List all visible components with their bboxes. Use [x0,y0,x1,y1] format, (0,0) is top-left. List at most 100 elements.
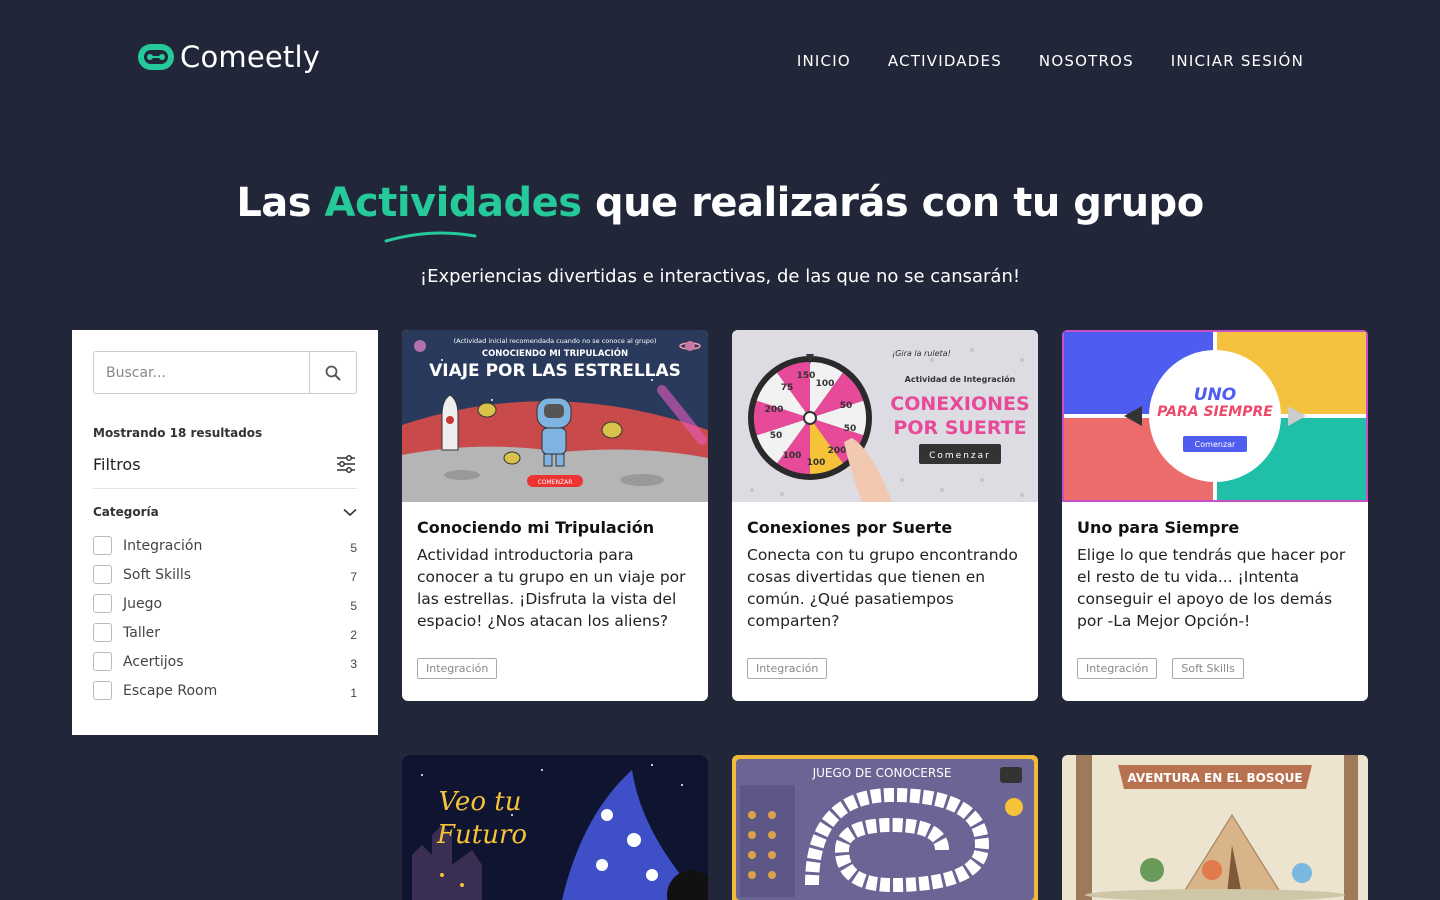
category-item-acertijos: Acertijos 3 [93,647,357,676]
title-accent: Actividades [324,180,582,243]
category-toggle[interactable]: Categoría [93,505,357,519]
title-before: Las [236,180,325,226]
card-body: Conexiones por Suerte Conecta con tu gru… [732,502,1038,636]
img-title-text: JUEGO DE CONOCERSE [812,766,952,780]
tag-soft-skills[interactable]: Soft Skills [1172,658,1244,679]
img-note-text: (Actividad inicial recomendada cuando no… [454,337,657,345]
filter-sidebar: Mostrando 18 resultados Filtros Categorí… [72,330,378,735]
category-checkbox[interactable] [93,623,112,642]
category-item-juego: Juego 5 [93,589,357,618]
category-item-taller: Taller 2 [93,618,357,647]
category-list: Integración 5 Soft Skills 7 Juego 5 Tall… [93,531,357,705]
category-label: Integración [123,537,203,554]
wheel-value: 100 [783,451,802,461]
filters-title: Filtros [93,454,141,474]
activity-card-tripulacion[interactable]: COMENZAR (Actividad inicial recomendada … [402,330,708,701]
category-count: 7 [350,569,357,584]
card-title: Conexiones por Suerte [747,518,953,537]
img-button-text: Comenzar [929,451,991,461]
tag-integracion[interactable]: Integración [747,658,828,679]
category-item-integracion: Integración 5 [93,531,357,560]
card-image-wizard: Veo tu Futuro [402,755,708,900]
wheel-value: 200 [828,446,847,456]
card-image-quadrants: UNO PARA SIEMPRE Comenzar [1062,330,1368,502]
nav-nosotros[interactable]: NOSOTROS [1039,52,1134,70]
card-image-board-game: JUEGO DE CONOCERSE [732,755,1038,900]
img-button-text: COMENZAR [538,479,573,486]
tag-integracion[interactable]: Integración [1077,658,1158,679]
title-after: que realizarás con tu grupo [581,180,1204,226]
img-button-text: Comenzar [1195,440,1236,449]
page-title: Las Actividades que realizarás con tu gr… [0,180,1440,243]
img-headline-2: PARA SIEMPRE [1157,404,1273,420]
category-checkbox[interactable] [93,652,112,671]
wheel-value: 75 [781,383,794,393]
category-label: Escape Room [123,682,218,699]
wheel-value: 50 [844,424,857,434]
category-checkbox[interactable] [93,594,112,613]
card-title: Uno para Siempre [1077,518,1240,537]
accent-underline-icon [384,231,477,243]
card-image-space: COMENZAR (Actividad inicial recomendada … [402,330,708,502]
tag-integracion[interactable]: Integración [417,658,498,679]
card-body: Conociendo mi Tripulación Actividad intr… [402,502,708,636]
wheel-value: 50 [770,431,783,441]
wheel-value: 50 [840,401,853,411]
category-checkbox[interactable] [93,681,112,700]
wheel-value: 100 [807,458,826,468]
card-title: Conociendo mi Tripulación [417,518,655,537]
card-tags: Integración [417,658,498,679]
search-box [93,351,357,394]
img-title-text: AVENTURA EN EL BOSQUE [1127,771,1302,785]
img-headline-text: VIAJE POR LAS ESTRELLAS [429,361,681,381]
category-count: 2 [350,627,357,642]
card-image-forest: AVENTURA EN EL BOSQUE [1062,755,1368,900]
card-description: Conecta con tu grupo encontrando cosas d… [747,546,1018,630]
nav-iniciar-sesion[interactable]: INICIAR SESIÓN [1171,52,1304,70]
wheel-value: 150 [797,371,816,381]
category-label: Soft Skills [123,566,192,583]
img-headline-1: CONEXIONES [890,393,1029,415]
wheel-value: 100 [816,379,835,389]
category-item-escape-room: Escape Room 1 [93,676,357,705]
img-headline-2: POR SUERTE [893,417,1026,439]
img-kicker-text: Actividad de Integración [905,374,1016,384]
img-title-2: Futuro [436,820,527,850]
card-tags: Integración Soft Skills [1077,658,1244,679]
img-kicker-text: CONOCIENDO MI TRIPULACIÓN [482,347,628,359]
site-header: Comeetly INICIO ACTIVIDADES NOSOTROS INI… [0,0,1440,120]
img-title-1: Veo tu [439,787,522,817]
category-label: Taller [123,624,160,641]
comeetly-logo-icon [138,44,174,70]
results-count: Mostrando 18 resultados [93,426,263,440]
activity-card-aventura-bosque[interactable]: AVENTURA EN EL BOSQUE [1062,755,1368,900]
activity-card-juego-de-conocerse[interactable]: JUEGO DE CONOCERSE [732,755,1038,900]
nav-actividades[interactable]: ACTIVIDADES [888,52,1002,70]
category-label: Juego [123,595,163,612]
category-checkbox[interactable] [93,565,112,584]
card-body: Uno para Siempre Elige lo que tendrás qu… [1062,502,1368,636]
card-tags: Integración [747,658,828,679]
category-count: 5 [350,540,357,555]
activity-card-conexiones[interactable]: 100 50 50 200 100 100 50 200 75 150 ¡Gir… [732,330,1038,701]
activity-card-uno-para-siempre[interactable]: UNO PARA SIEMPRE Comenzar Uno para Siemp… [1062,330,1368,701]
filter-sliders-icon[interactable] [335,454,357,474]
activity-card-veo-tu-futuro[interactable]: Veo tu Futuro [402,755,708,900]
nav-inicio[interactable]: INICIO [797,52,851,70]
img-spin-text: ¡Gira la ruleta! [892,349,951,358]
logo[interactable]: Comeetly [136,40,320,74]
chevron-down-icon [343,508,357,516]
card-description: Actividad introductoria para conocer a t… [417,546,686,630]
search-input[interactable] [94,352,309,393]
title-accent-text: Actividades [324,180,582,226]
category-checkbox[interactable] [93,536,112,555]
card-description: Elige lo que tendrás que hacer por el re… [1077,546,1346,630]
category-item-soft-skills: Soft Skills 7 [93,560,357,589]
category-label: Acertijos [123,653,184,670]
search-button[interactable] [309,352,356,393]
category-count: 5 [350,598,357,613]
img-headline-1: UNO [1194,385,1236,405]
page-subtitle: ¡Experiencias divertidas e interactivas,… [419,266,1021,287]
search-icon [325,365,341,380]
main-nav: INICIO ACTIVIDADES NOSOTROS INICIAR SESI… [797,52,1304,70]
